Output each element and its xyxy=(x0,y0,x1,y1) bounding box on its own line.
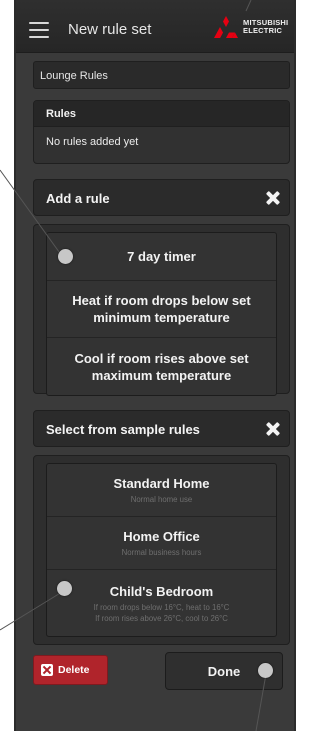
delete-x-icon xyxy=(41,664,53,676)
page-title: New rule set xyxy=(68,21,152,38)
rule-option-7-day-timer[interactable]: 7 day timer xyxy=(47,233,276,281)
rule-option-label: Heat if room drops below set minimum tem… xyxy=(72,293,251,325)
sample-description: Normal business hours xyxy=(121,548,202,557)
app-header: New rule set MITSUBISHI ELECTRIC xyxy=(16,0,294,53)
rules-empty-text: No rules added yet xyxy=(46,136,139,148)
app-screen: New rule set MITSUBISHI ELECTRIC Lounge … xyxy=(14,0,296,731)
delete-label: Delete xyxy=(58,664,90,676)
sample-childs-bedroom[interactable]: Child's Bedroom If room drops below 16°C… xyxy=(47,570,276,636)
rules-panel: Rules No rules added yet xyxy=(33,100,290,164)
done-label: Done xyxy=(207,664,241,679)
callout-dot xyxy=(258,663,273,678)
add-rule-header: Add a rule xyxy=(33,179,290,216)
hamburger-menu-icon[interactable] xyxy=(29,22,49,38)
rule-option-label: Cool if room rises above set maximum tem… xyxy=(74,350,249,383)
add-rule-options: 7 day timer Heat if room drops below set… xyxy=(33,224,290,396)
close-sample-rules-icon[interactable] xyxy=(266,422,280,436)
ruleset-name-input[interactable]: Lounge Rules xyxy=(33,61,290,89)
sample-label: Child's Bedroom xyxy=(109,583,214,599)
sample-description: If room rises above 26°C, cool to 26°C xyxy=(95,613,228,623)
mitsubishi-electric-logo: MITSUBISHI ELECTRIC xyxy=(214,14,288,40)
close-add-rule-icon[interactable] xyxy=(266,191,280,205)
sample-label: Standard Home xyxy=(113,476,210,491)
delete-button[interactable]: Delete xyxy=(33,655,108,685)
sample-standard-home[interactable]: Standard Home Normal home use xyxy=(47,464,276,517)
sample-rules-title: Select from sample rules xyxy=(46,422,200,437)
callout-dot xyxy=(58,249,73,264)
rule-option-label: 7 day timer xyxy=(127,249,196,264)
rule-option-cool-max[interactable]: Cool if room rises above set maximum tem… xyxy=(47,338,276,395)
callout-dot xyxy=(57,581,72,596)
three-diamonds-icon xyxy=(214,16,238,38)
sample-home-office[interactable]: Home Office Normal business hours xyxy=(47,517,276,570)
sample-description: Normal home use xyxy=(130,495,193,504)
sample-description: If room drops below 16°C, heat to 16°C xyxy=(93,602,230,612)
rules-panel-title: Rules xyxy=(34,101,289,127)
sample-label: Home Office xyxy=(123,529,200,544)
brand-line-2: ELECTRIC xyxy=(243,26,283,35)
sample-rules-header: Select from sample rules xyxy=(33,410,290,447)
add-rule-title: Add a rule xyxy=(46,191,110,206)
rule-option-heat-min[interactable]: Heat if room drops below set minimum tem… xyxy=(47,281,276,338)
sample-rules-options: Standard Home Normal home use Home Offic… xyxy=(33,455,290,645)
